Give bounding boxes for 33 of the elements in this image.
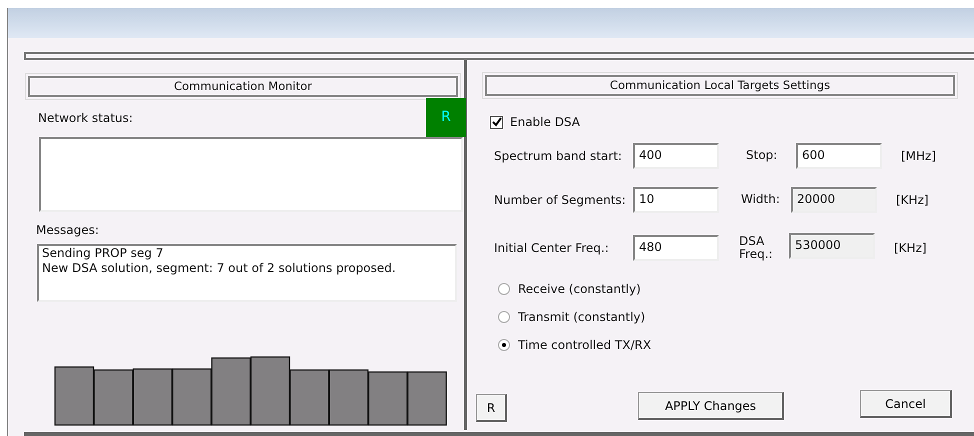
cancel-button[interactable]: Cancel xyxy=(860,390,952,418)
input-field[interactable]: 600 xyxy=(796,143,882,169)
panel-title: Communication Monitor xyxy=(28,76,458,97)
radio-label[interactable]: Receive (constantly) xyxy=(518,280,641,298)
reset-button[interactable]: R xyxy=(476,394,507,422)
field-label: Number of Segments: xyxy=(494,192,627,209)
field-label: Network status: xyxy=(38,110,133,127)
unit-label: [KHz] xyxy=(896,192,929,209)
field-label: Initial Center Freq.: xyxy=(494,240,610,257)
field-label: Spectrum band start: xyxy=(494,148,623,165)
unit-label: [KHz] xyxy=(894,240,927,257)
field-label: Width: xyxy=(741,193,781,207)
radio-label[interactable]: Time controlled TX/RX xyxy=(518,336,652,354)
input-field[interactable]: 10 xyxy=(633,187,719,213)
input-field[interactable]: 400 xyxy=(633,143,719,169)
readonly-field: 530000 xyxy=(789,233,875,259)
input-field[interactable]: 480 xyxy=(633,235,719,261)
radio-label[interactable]: Transmit (constantly) xyxy=(518,308,646,326)
readonly-field: 20000 xyxy=(791,187,877,213)
checkbox[interactable] xyxy=(490,116,503,128)
unit-label: [MHz] xyxy=(901,148,936,165)
checkbox-label[interactable]: Enable DSA xyxy=(510,113,580,131)
panel-title: Communication Local Targets Settings xyxy=(485,75,955,96)
message-line: New DSA solution, segment: 7 out of 2 solutions proposed. xyxy=(42,261,396,276)
field-label: Stop: xyxy=(746,149,778,163)
radio-button[interactable] xyxy=(498,339,510,351)
message-line: Sending PROP seg 7 xyxy=(42,246,164,261)
field-label: DSA Freq.: xyxy=(739,234,774,262)
radio-button[interactable] xyxy=(498,283,510,295)
status-indicator: R xyxy=(426,98,466,137)
apply-button[interactable]: APPLY Changes xyxy=(638,392,784,420)
radio-button[interactable] xyxy=(498,311,510,323)
field-label: Messages: xyxy=(36,222,99,239)
